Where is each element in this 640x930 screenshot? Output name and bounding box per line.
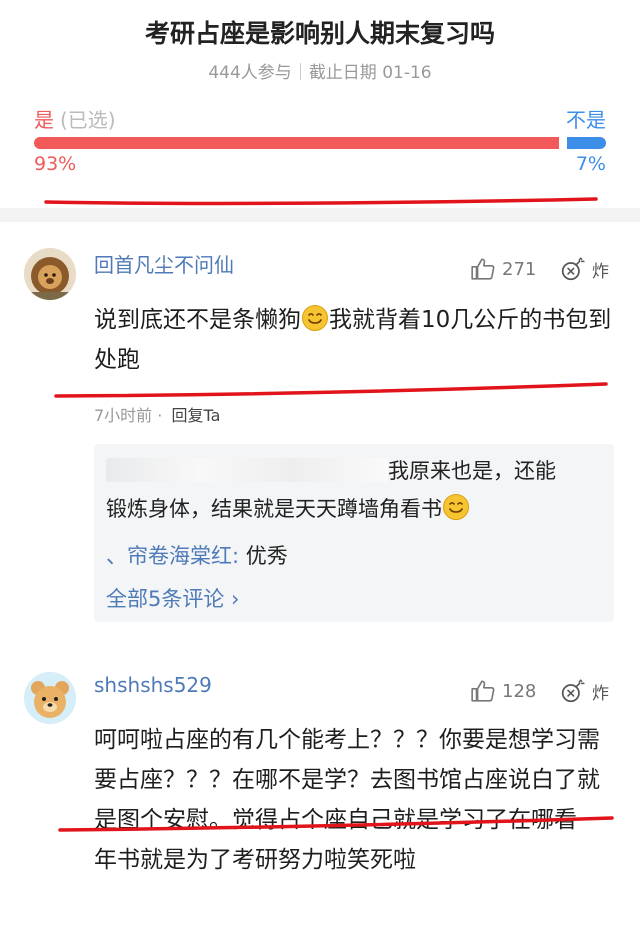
like-count: 128: [502, 680, 537, 702]
poll-bar-no: [567, 137, 606, 149]
reply-button[interactable]: 回复Ta: [171, 406, 220, 425]
like-count: 271: [502, 258, 537, 280]
annotation-underline-comment1: [54, 382, 608, 398]
no-percentage: 7%: [575, 153, 606, 175]
sub-reply-text: 优秀: [245, 544, 288, 568]
avatar-bear[interactable]: [24, 672, 76, 724]
blurred-username: [106, 458, 388, 482]
comment-text: 说到底还不是条懒狗 我就背着10几公斤的书包到处跑: [94, 300, 614, 380]
meta-separator: [299, 63, 301, 80]
bomb-label: 炸: [592, 261, 609, 282]
reply-thread: 我原来也是，还能 锻炼身体，结果就是天天蹲墙角看书 、帘卷海棠红: 优秀 全部5…: [94, 444, 614, 622]
poll-deadline: 截止日期 01-16: [308, 63, 432, 83]
poll-card: 考研占座是影响别人期末复习吗 444人参与 截止日期 01-16 是 (已选) 不是…: [0, 0, 640, 208]
comment-meta: 7小时前 · 回复Ta: [94, 402, 220, 426]
reply-text-line1: 我原来也是，还能: [388, 459, 556, 483]
sub-reply: 、帘卷海棠红: 优秀: [106, 540, 288, 570]
poll-title: 考研占座是影响别人期末复习吗: [144, 19, 495, 48]
view-all-replies-link[interactable]: 全部5条评论 ›: [106, 583, 239, 613]
like-button[interactable]: 128: [470, 678, 536, 704]
comment-username[interactable]: 回首凡尘不问仙: [94, 249, 234, 278]
reply-text: 我原来也是，还能 锻炼身体，结果就是天天蹲墙角看书: [106, 452, 606, 528]
bomb-label: 炸: [592, 683, 609, 704]
bomb-icon: [561, 679, 585, 703]
bomb-icon: [561, 257, 585, 281]
selected-tag: (已选): [60, 108, 116, 132]
meta-dot: ·: [157, 406, 163, 425]
bomb-button[interactable]: 炸: [560, 678, 609, 704]
thumbs-up-icon: [471, 680, 495, 702]
like-button[interactable]: 271: [470, 256, 536, 282]
comment-text-part1: 说到底还不是条懒狗: [94, 307, 301, 333]
sub-reply-username[interactable]: 、帘卷海棠红:: [106, 544, 239, 568]
participant-count: 444人参与: [208, 63, 292, 83]
poll-bar-yes: [34, 137, 559, 149]
smiley-emoji-icon: [443, 494, 469, 520]
comment-username[interactable]: shshshs529: [94, 673, 212, 697]
poll-meta: 444人参与 截止日期 01-16: [0, 58, 640, 83]
smiley-emoji-icon: [302, 305, 328, 331]
option-no[interactable]: 不是: [566, 104, 606, 133]
comment-text: 呵呵啦占座的有几个能考上？？？你要是想学习需要占座？？？在哪不是学？去图书馆占座…: [94, 727, 600, 873]
thumbs-up-icon: [471, 258, 495, 280]
comment-time: 7小时前: [94, 406, 153, 425]
yes-percentage: 93%: [34, 153, 77, 175]
section-divider: [0, 208, 640, 222]
avatar-lion[interactable]: [24, 248, 76, 300]
reply-text-line2: 锻炼身体，结果就是天天蹲墙角看书: [106, 497, 442, 521]
option-yes[interactable]: 是 (已选): [34, 104, 116, 133]
lion-avatar-icon: [24, 248, 76, 300]
bomb-button[interactable]: 炸: [560, 256, 609, 282]
option-yes-label: 是: [34, 108, 54, 132]
poll-result-bar: [34, 137, 606, 149]
bear-avatar-icon: [24, 672, 76, 724]
